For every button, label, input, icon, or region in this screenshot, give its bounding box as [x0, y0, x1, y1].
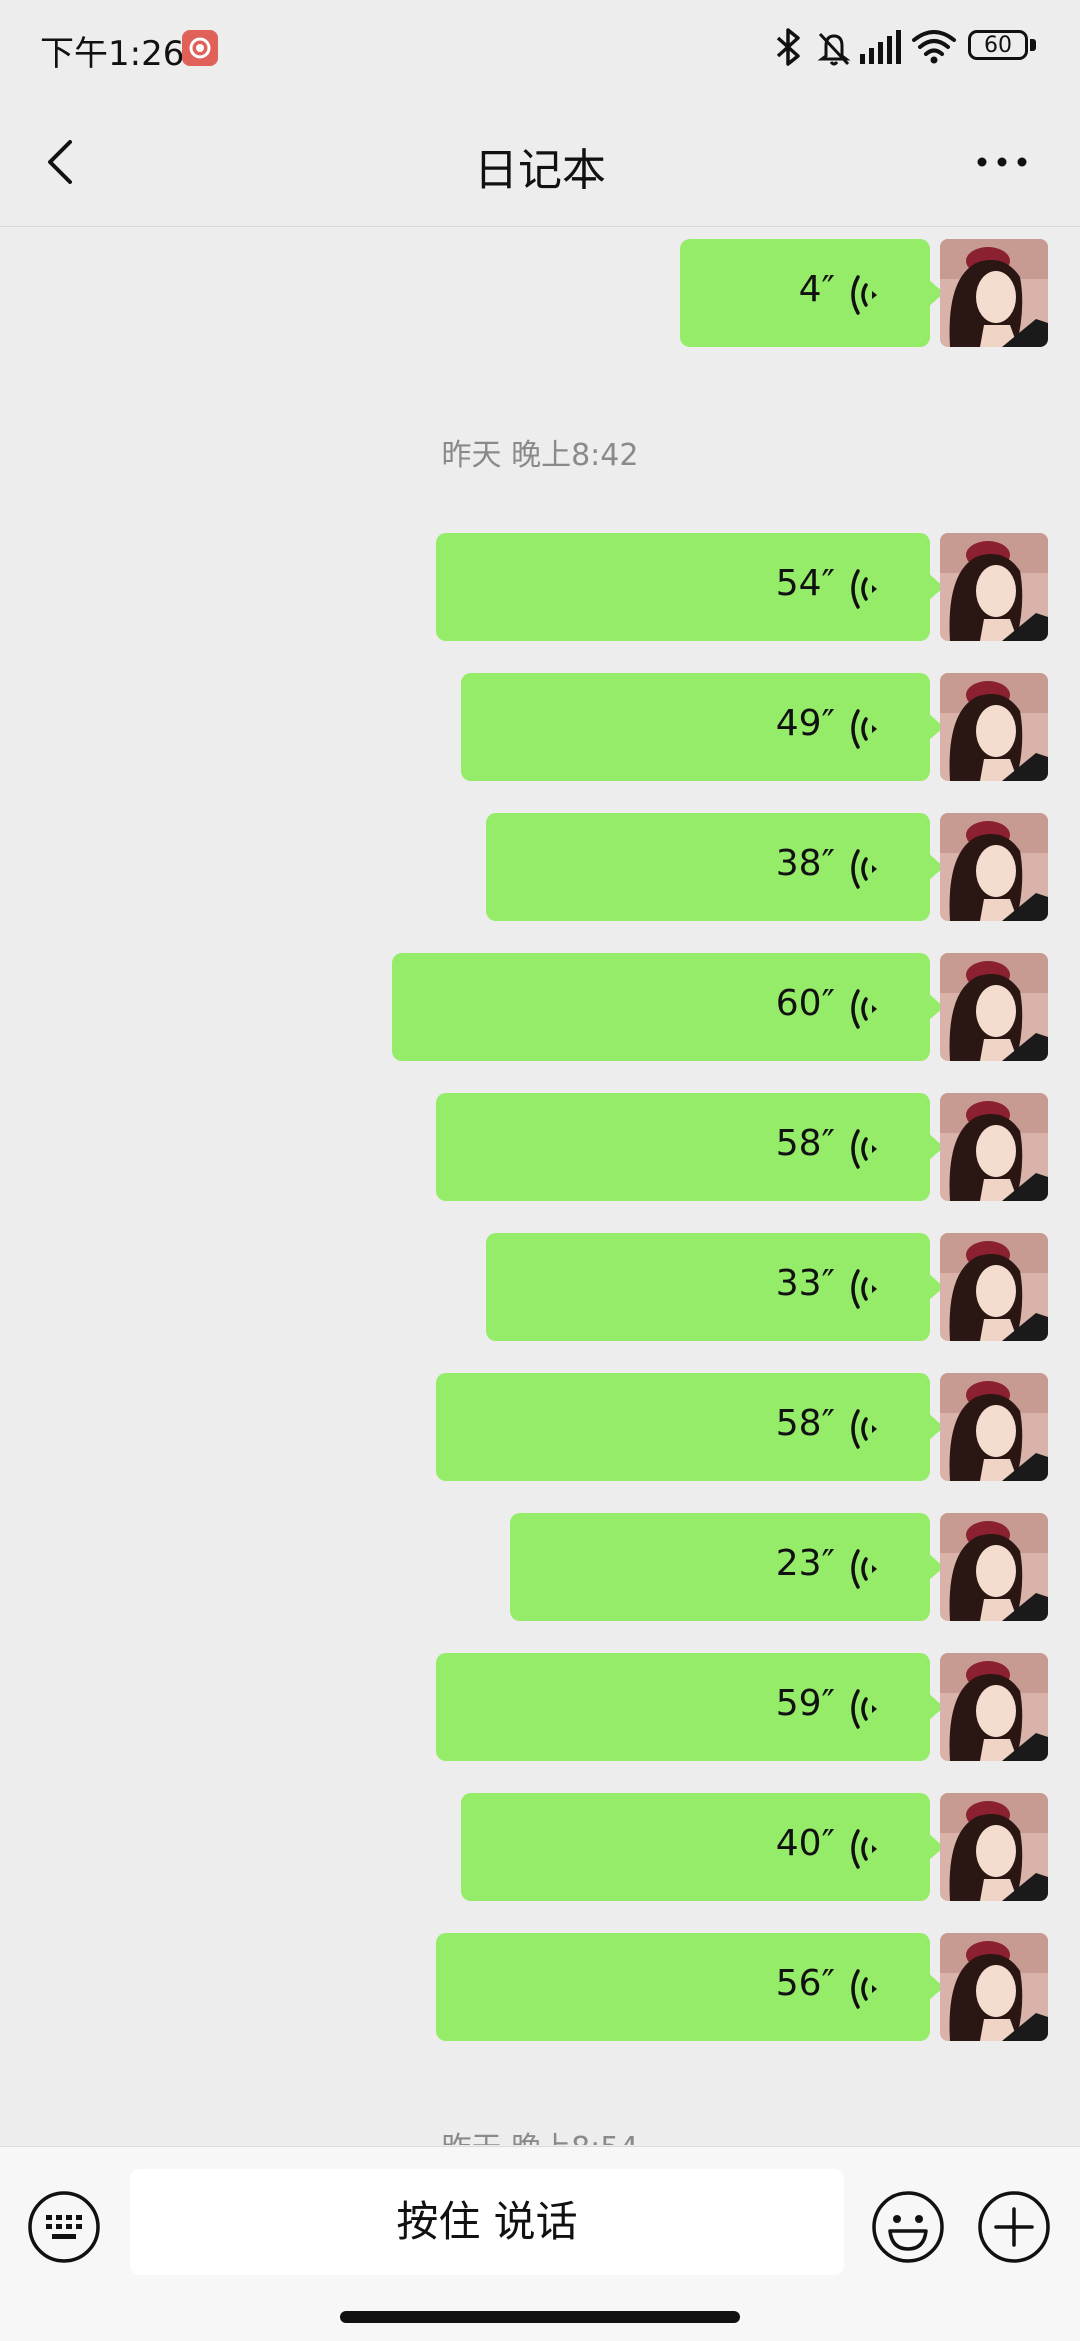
avatar[interactable]: [940, 1373, 1048, 1481]
voice-duration: 4″: [798, 269, 835, 310]
voice-wave-icon: [851, 1409, 877, 1449]
voice-bubble[interactable]: 23″: [510, 1513, 944, 1621]
voice-message: 33″: [0, 1233, 1080, 1341]
voice-message: 54″: [0, 533, 1080, 641]
hold-to-talk-button[interactable]: 按住 说话: [130, 2169, 844, 2275]
voice-bubble[interactable]: 54″: [436, 533, 944, 641]
voice-duration: 60″: [775, 983, 835, 1024]
voice-bubble[interactable]: 56″: [436, 1933, 944, 2041]
status-time: 下午1:26: [40, 34, 185, 74]
voice-bubble[interactable]: 49″: [461, 673, 944, 781]
avatar[interactable]: [940, 533, 1048, 641]
chat-area[interactable]: 4″ 昨天 晚上8:42 54″ 49″ 38″ 60″ 58″ 33″ 58″…: [0, 227, 1080, 2145]
home-indicator[interactable]: [340, 2311, 740, 2323]
voice-bubble[interactable]: 4″: [680, 239, 944, 347]
voice-duration: 58″: [775, 1123, 835, 1164]
voice-bubble[interactable]: 59″: [436, 1653, 944, 1761]
voice-bubble[interactable]: 33″: [486, 1233, 944, 1341]
voice-message: 58″: [0, 1373, 1080, 1481]
voice-bubble[interactable]: 58″: [436, 1093, 944, 1201]
voice-wave-icon: [851, 989, 877, 1029]
voice-bubble[interactable]: 40″: [461, 1793, 944, 1901]
voice-message: 4″: [0, 239, 1080, 347]
avatar[interactable]: [940, 1933, 1048, 2041]
voice-duration: 33″: [775, 1263, 835, 1304]
avatar[interactable]: [940, 673, 1048, 781]
avatar[interactable]: [940, 1653, 1048, 1761]
keyboard-icon[interactable]: [26, 2189, 102, 2265]
nav-bar: 日记本: [0, 100, 1080, 226]
voice-duration: 54″: [775, 563, 835, 604]
voice-wave-icon: [851, 1689, 877, 1729]
voice-message: 49″: [0, 673, 1080, 781]
voice-message: 38″: [0, 813, 1080, 921]
voice-wave-icon: [851, 709, 877, 749]
voice-wave-icon: [851, 849, 877, 889]
voice-duration: 38″: [775, 843, 835, 884]
battery-tip: [1030, 39, 1036, 51]
voice-wave-icon: [851, 1969, 877, 2009]
avatar[interactable]: [940, 1093, 1048, 1201]
voice-message: 58″: [0, 1093, 1080, 1201]
voice-wave-icon: [851, 275, 877, 315]
voice-message: 59″: [0, 1653, 1080, 1761]
voice-wave-icon: [851, 1129, 877, 1169]
more-dots-icon[interactable]: [970, 140, 1034, 184]
avatar[interactable]: [940, 1793, 1048, 1901]
bluetooth-icon: [776, 28, 800, 66]
avatar[interactable]: [940, 1513, 1048, 1621]
voice-duration: 58″: [775, 1403, 835, 1444]
avatar[interactable]: [940, 953, 1048, 1061]
emoji-icon[interactable]: [870, 2189, 946, 2265]
chat-timestamp: 昨天 晚上8:42: [441, 438, 639, 473]
voice-message: 40″: [0, 1793, 1080, 1901]
voice-duration: 59″: [775, 1683, 835, 1724]
battery-level: 60: [968, 30, 1028, 60]
chat-timestamp: 昨天 晚上8:54: [0, 2123, 1080, 2145]
voice-wave-icon: [851, 1829, 877, 1869]
voice-bubble[interactable]: 60″: [392, 953, 944, 1061]
signal-icon: [860, 30, 901, 64]
battery-icon: 60: [968, 30, 1038, 64]
voice-duration: 40″: [775, 1823, 835, 1864]
voice-wave-icon: [851, 569, 877, 609]
plus-icon[interactable]: [976, 2189, 1052, 2265]
voice-message: 56″: [0, 1933, 1080, 2041]
voice-duration: 23″: [775, 1543, 835, 1584]
voice-bubble[interactable]: 38″: [486, 813, 944, 921]
voice-bubble[interactable]: 58″: [436, 1373, 944, 1481]
screen-record-icon: [182, 30, 218, 66]
avatar[interactable]: [940, 1233, 1048, 1341]
voice-duration: 49″: [775, 703, 835, 744]
voice-wave-icon: [851, 1269, 877, 1309]
voice-wave-icon: [851, 1549, 877, 1589]
avatar[interactable]: [940, 239, 1048, 347]
page-title: 日记本: [474, 145, 606, 196]
avatar[interactable]: [940, 813, 1048, 921]
voice-message: 60″: [0, 953, 1080, 1061]
mute-icon: [817, 32, 851, 66]
status-bar: 下午1:26 60: [0, 0, 1080, 96]
input-bar: 按住 说话: [0, 2146, 1080, 2341]
wifi-icon: [912, 30, 956, 64]
voice-message: 23″: [0, 1513, 1080, 1621]
voice-duration: 56″: [775, 1963, 835, 2004]
